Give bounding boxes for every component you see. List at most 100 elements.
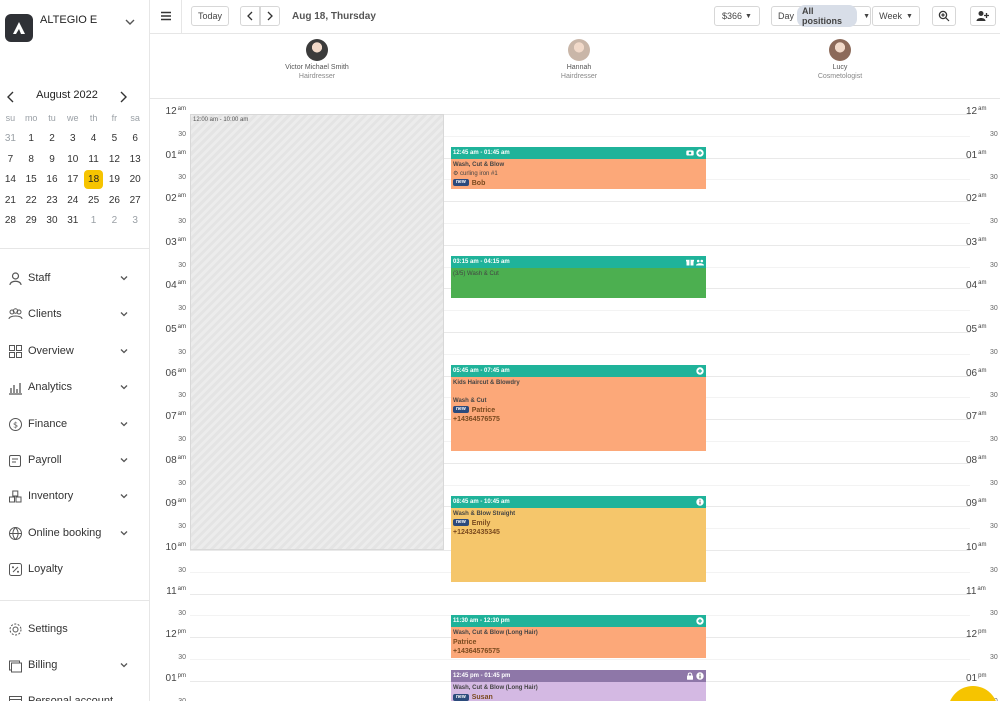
chevron-down-icon[interactable] xyxy=(119,309,129,319)
chevron-down-icon[interactable] xyxy=(119,660,129,670)
appointment-card[interactable]: 08:45 am - 10:45 am Wash & Blow Straight n… xyxy=(451,495,706,582)
calendar-day-selected[interactable]: 18 xyxy=(83,170,104,190)
sidebar-item-payroll[interactable]: Payroll xyxy=(0,448,149,472)
calendar-day-number: 22 xyxy=(25,194,37,206)
calendar-day[interactable]: 26 xyxy=(104,195,125,206)
calendar-day[interactable]: 16 xyxy=(42,174,63,185)
sidebar-item-settings[interactable]: Settings xyxy=(0,617,149,641)
chevron-down-icon[interactable] xyxy=(119,528,129,538)
calendar-day[interactable]: 1 xyxy=(21,133,42,144)
today-button[interactable]: Today xyxy=(191,6,229,26)
appointment-card[interactable]: 03:15 am - 04:15 am (3/5) Wash & Cut xyxy=(451,255,706,299)
calendar-day[interactable]: 8 xyxy=(21,154,42,165)
calendar-day[interactable]: 3 xyxy=(62,133,83,144)
staff-column-header[interactable]: Lucy Cosmetologist xyxy=(750,39,930,80)
appointment-card[interactable]: 05:45 am - 07:45 am Kids Haircut & Blowdr… xyxy=(451,364,706,451)
staff-column-header[interactable]: Hannah Hairdresser xyxy=(489,39,669,80)
new-client-badge: new xyxy=(453,179,469,187)
sidebar-item-loyalty[interactable]: Loyalty xyxy=(0,557,149,581)
appointment-time-header: 12:45 pm - 01:45 pm xyxy=(451,669,706,682)
plus-circle-icon[interactable] xyxy=(696,366,704,375)
calendar-day[interactable]: 21 xyxy=(0,195,21,206)
calendar-day[interactable]: 13 xyxy=(125,154,146,165)
calendar-day[interactable]: 24 xyxy=(62,195,83,206)
sidebar-item-online-booking[interactable]: Online booking xyxy=(0,521,149,545)
hour-ampm: am xyxy=(978,193,987,200)
calendar-day[interactable]: 5 xyxy=(104,133,125,144)
calendar-day[interactable]: 14 xyxy=(0,174,21,185)
calendar-day[interactable]: 7 xyxy=(0,154,21,165)
chevron-down-icon[interactable] xyxy=(119,382,129,392)
sidebar-item-inventory[interactable]: Inventory xyxy=(0,484,149,508)
sidebar-item-overview[interactable]: Overview xyxy=(0,339,149,363)
calendar-day[interactable]: 1 xyxy=(83,215,104,226)
calendar-day[interactable]: 28 xyxy=(0,215,21,226)
calendar-day[interactable]: 17 xyxy=(62,174,83,185)
calendar-day[interactable]: 27 xyxy=(125,195,146,206)
sidebar-item-finance[interactable]: $ Finance xyxy=(0,412,149,436)
blocked-time-slot[interactable]: 12:00 am - 10:00 am xyxy=(190,114,444,550)
calendar-day[interactable]: 19 xyxy=(104,174,125,185)
calendar-day[interactable]: 31 xyxy=(62,215,83,226)
staff-column-header[interactable]: Victor Michael Smith Hairdresser xyxy=(227,39,407,80)
chevron-down-icon[interactable] xyxy=(119,419,129,429)
calendar-day[interactable]: 12 xyxy=(104,154,125,165)
caret-down-icon: ▼ xyxy=(863,12,870,20)
hour-number: 01 xyxy=(165,149,177,161)
revenue-dropdown[interactable]: $366 ▼ xyxy=(714,6,760,26)
appointment-card[interactable]: 11:30 am - 12:30 pm Wash, Cut & Blow (Lon… xyxy=(451,615,706,658)
plus-circle-icon[interactable] xyxy=(696,617,704,626)
sidebar-item-billing[interactable]: Billing xyxy=(0,653,149,677)
appointment-card[interactable]: 12:45 pm - 01:45 pm Wash, Cut & Blow (Lon… xyxy=(451,669,706,701)
sidebar-item-personal-account[interactable]: Personal account xyxy=(0,689,149,701)
chevron-down-icon[interactable] xyxy=(124,16,136,28)
plus-circle-icon[interactable] xyxy=(696,148,704,157)
info-icon[interactable] xyxy=(696,672,704,680)
sidebar-item-analytics[interactable]: Analytics xyxy=(0,375,149,399)
calendar-day[interactable]: 6 xyxy=(125,133,146,144)
calendar-day[interactable]: 30 xyxy=(42,215,63,226)
zoom-button[interactable] xyxy=(932,6,956,26)
group-icon[interactable] xyxy=(696,258,704,266)
gift-icon[interactable] xyxy=(686,258,694,266)
money-icon[interactable] xyxy=(686,149,694,157)
calendar-day[interactable]: 11 xyxy=(83,154,104,165)
calendar-day[interactable]: 22 xyxy=(21,195,42,206)
chevron-down-icon[interactable] xyxy=(119,455,129,465)
appointment-card[interactable]: 12:45 am - 01:45 am Wash, Cut & Blow ⚙ cur… xyxy=(451,146,706,190)
sidebar-item-clients[interactable]: Clients xyxy=(0,302,149,326)
calendar-week: 28 29 30 31 1 2 3 xyxy=(0,211,149,232)
calendar-day[interactable]: 2 xyxy=(42,133,63,144)
chevron-right-icon[interactable] xyxy=(117,90,129,104)
brand-header[interactable]: ALTEGIO E xyxy=(0,0,149,56)
calendar-day[interactable]: 23 xyxy=(42,195,63,206)
hour-number: 04 xyxy=(165,280,177,292)
calendar-day[interactable]: 15 xyxy=(21,174,42,185)
menu-icon[interactable] xyxy=(160,9,172,21)
gear-icon xyxy=(9,623,22,636)
sidebar-item-staff[interactable]: Staff xyxy=(0,266,149,290)
calendar-day[interactable]: 3 xyxy=(125,215,146,226)
chevron-down-icon[interactable] xyxy=(119,346,129,356)
week-view-dropdown[interactable]: Week ▼ xyxy=(872,6,920,26)
chevron-down-icon[interactable] xyxy=(119,491,129,501)
hour-number: 02 xyxy=(165,193,177,205)
next-day-button[interactable] xyxy=(260,6,280,26)
calendar-day[interactable]: 20 xyxy=(125,174,146,185)
right-hour-label: 03am xyxy=(966,237,1000,248)
lock-icon[interactable] xyxy=(686,672,694,680)
calendar-day[interactable]: 31 xyxy=(0,133,21,144)
chevron-right-icon xyxy=(267,11,273,21)
info-icon[interactable] xyxy=(696,497,704,506)
calendar-day[interactable]: 9 xyxy=(42,154,63,165)
hour-ampm: am xyxy=(177,280,186,287)
calendar-day[interactable]: 4 xyxy=(83,133,104,144)
calendar-day[interactable]: 29 xyxy=(21,215,42,226)
prev-day-button[interactable] xyxy=(240,6,260,26)
add-staff-button[interactable] xyxy=(970,6,996,26)
chevron-down-icon[interactable] xyxy=(119,273,129,283)
calendar-day[interactable]: 10 xyxy=(62,154,83,165)
calendar-day[interactable]: 2 xyxy=(104,215,125,226)
position-filter-dropdown[interactable]: Day All positions ▼ xyxy=(771,5,871,27)
calendar-day[interactable]: 25 xyxy=(83,195,104,206)
